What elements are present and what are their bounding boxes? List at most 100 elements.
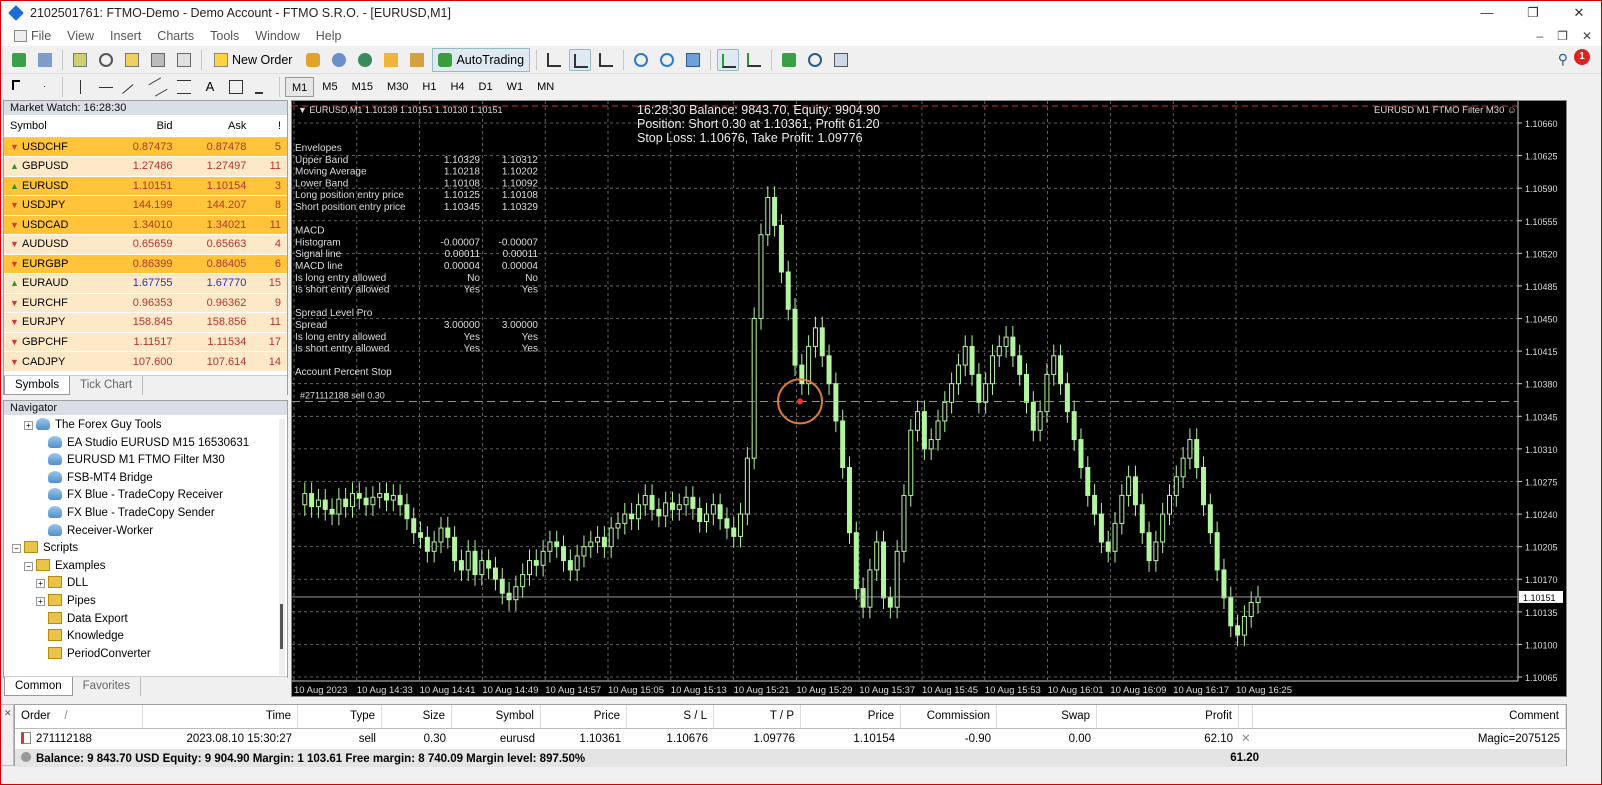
navigator-item[interactable]: Data Export [4, 611, 287, 629]
trendline-icon[interactable] [121, 76, 143, 104]
close-button[interactable]: ✕ [1556, 0, 1602, 26]
tab-favorites[interactable]: Favorites [73, 677, 141, 696]
crosshair-toggle-icon[interactable] [95, 49, 117, 71]
tree-expander-icon[interactable]: + [36, 596, 45, 606]
menu-window[interactable]: Window [247, 29, 307, 43]
tree-expander-icon[interactable]: + [36, 579, 45, 589]
navigator-item[interactable]: FSB-MT4 Bridge [4, 470, 287, 488]
market-icon[interactable] [354, 49, 376, 71]
new-chart-icon[interactable] [8, 49, 30, 71]
chart-window[interactable]: 1.10660 1.10625 1.10590 1.10555 1.10520 1.104… [291, 100, 1567, 697]
timeframe-m15[interactable]: M15 [346, 77, 379, 97]
timeframe-m30[interactable]: M30 [381, 77, 414, 97]
child-close-button[interactable]: ✕ [1582, 26, 1592, 46]
text-icon[interactable]: A [199, 76, 221, 98]
navigator-item[interactable]: + DLL [4, 575, 287, 593]
channel-icon[interactable] [147, 76, 169, 98]
col-comment[interactable]: Comment [1253, 705, 1566, 728]
timeframe-m5[interactable]: M5 [316, 77, 343, 97]
zoom-in-icon[interactable] [630, 49, 652, 71]
market-watch-row[interactable]: ▼ USDCHF 0.87473 0.87478 5 [4, 136, 287, 157]
zoom-out-icon[interactable] [656, 49, 678, 71]
navigator-item[interactable]: PeriodConverter [4, 646, 287, 664]
tree-expander-icon[interactable]: − [24, 561, 33, 571]
navigator-item[interactable]: Receiver-Worker [4, 523, 287, 541]
market-watch-row[interactable]: ▼ EURGBP 0.86399 0.86405 6 [4, 253, 287, 274]
terminal-side-tab[interactable]: ✕ [0, 704, 14, 766]
col-order[interactable]: Order / [15, 705, 143, 728]
timeframe-h4[interactable]: H4 [444, 77, 470, 97]
timeframe-w1[interactable]: W1 [501, 77, 530, 97]
col-sl[interactable]: S / L [627, 705, 714, 728]
market-watch-row[interactable]: ▲ GBPUSD 1.27486 1.27497 11 [4, 156, 287, 176]
navigator-item[interactable]: EA Studio EURUSD M15 16530631 [4, 435, 287, 453]
navigator-item[interactable]: EURUSD M1 FTMO Filter M30 [4, 452, 287, 470]
col-commission[interactable]: Commission [901, 705, 997, 728]
chart-shift-icon[interactable] [717, 48, 740, 71]
line-chart-icon[interactable] [595, 49, 617, 71]
navigator-item[interactable]: FX Blue - TradeCopy Sender [4, 505, 287, 523]
minimize-button[interactable]: — [1464, 0, 1510, 26]
navigator-item[interactable]: FX Blue - TradeCopy Receiver [4, 487, 287, 505]
col-swap[interactable]: Swap [997, 705, 1097, 728]
templates-icon[interactable] [830, 49, 852, 71]
col-size[interactable]: Size [382, 705, 452, 728]
indicators-icon[interactable] [778, 49, 800, 71]
navigator-item[interactable]: Knowledge [4, 628, 287, 646]
menu-tools[interactable]: Tools [202, 29, 247, 43]
menu-insert[interactable]: Insert [102, 29, 149, 43]
metaeditor-icon[interactable] [302, 49, 324, 71]
menu-help[interactable]: Help [308, 29, 350, 43]
notification-badge[interactable]: 1 [1574, 49, 1590, 65]
col-price[interactable]: Price [541, 705, 627, 728]
market-watch-row[interactable]: ▲ EURAUD 1.67755 1.67770 15 [4, 273, 287, 293]
tab-common[interactable]: Common [4, 677, 73, 696]
market-watch-row[interactable]: ▼ AUDUSD 0.65659 0.65663 4 [4, 234, 287, 254]
navigator-item[interactable]: + The Forex Guy Tools [4, 417, 287, 435]
signals-icon[interactable] [328, 49, 350, 71]
column-spread[interactable]: ! [252, 115, 287, 138]
column-ask[interactable]: Ask [178, 115, 253, 138]
horizontal-line-icon[interactable] [95, 76, 117, 98]
child-restore-button[interactable]: ❐ [1557, 26, 1568, 46]
col-symbol[interactable]: Symbol [452, 705, 541, 728]
tree-expander-icon[interactable]: + [24, 421, 33, 430]
navigator-item[interactable]: − Scripts [4, 540, 287, 558]
terminal-icon[interactable] [147, 49, 169, 71]
bar-chart-icon[interactable] [543, 49, 565, 71]
menu-file[interactable]: File [6, 29, 59, 43]
col-type[interactable]: Type [298, 705, 382, 728]
column-bid[interactable]: Bid [104, 115, 179, 138]
periods-icon[interactable] [804, 49, 826, 71]
menu-view[interactable]: View [59, 29, 102, 43]
market-watch-row[interactable]: ▲ EURUSD 1.10151 1.10154 3 [4, 175, 287, 196]
candlestick-chart-icon[interactable] [569, 48, 592, 71]
new-order-button[interactable]: New Order [208, 48, 298, 72]
crosshair-icon[interactable] [34, 76, 56, 98]
options-icon[interactable] [406, 49, 428, 71]
navigator-item[interactable]: − Examples [4, 558, 287, 576]
navigator-item[interactable]: + Pipes [4, 593, 287, 611]
cursor-icon[interactable] [8, 76, 30, 98]
autoscroll-icon[interactable] [743, 49, 765, 71]
market-watch-row[interactable]: ▼ EURCHF 0.96353 0.96362 9 [4, 292, 287, 313]
price-chart[interactable]: 1.10660 1.10625 1.10590 1.10555 1.10520 1.104… [292, 101, 1567, 697]
profiles-icon[interactable] [34, 49, 56, 71]
market-watch-row[interactable]: ▼ USDCAD 1.34010 1.34021 11 [4, 214, 287, 235]
tab-tick-chart[interactable]: Tick Chart [70, 376, 144, 395]
col-current-price[interactable]: Price [801, 705, 901, 728]
market-watch-row[interactable]: ▼ CADJPY 107.600 107.614 14 [4, 351, 287, 371]
navigator-icon[interactable] [121, 49, 143, 71]
column-symbol[interactable]: Symbol [4, 115, 105, 138]
timeframe-h1[interactable]: H1 [416, 77, 442, 97]
col-profit[interactable]: Profit [1097, 705, 1239, 728]
tree-expander-icon[interactable]: − [12, 544, 21, 554]
timeframe-mn[interactable]: MN [531, 77, 560, 97]
col-tp[interactable]: T / P [714, 705, 801, 728]
menu-charts[interactable]: Charts [149, 29, 202, 43]
market-watch-row[interactable]: ▼ GBPCHF 1.11517 1.11534 17 [4, 331, 287, 352]
child-minimize-button[interactable]: – [1536, 26, 1543, 46]
text-label-icon[interactable] [225, 76, 247, 98]
vps-icon[interactable] [380, 49, 402, 71]
autotrading-button[interactable]: AutoTrading [432, 47, 531, 72]
